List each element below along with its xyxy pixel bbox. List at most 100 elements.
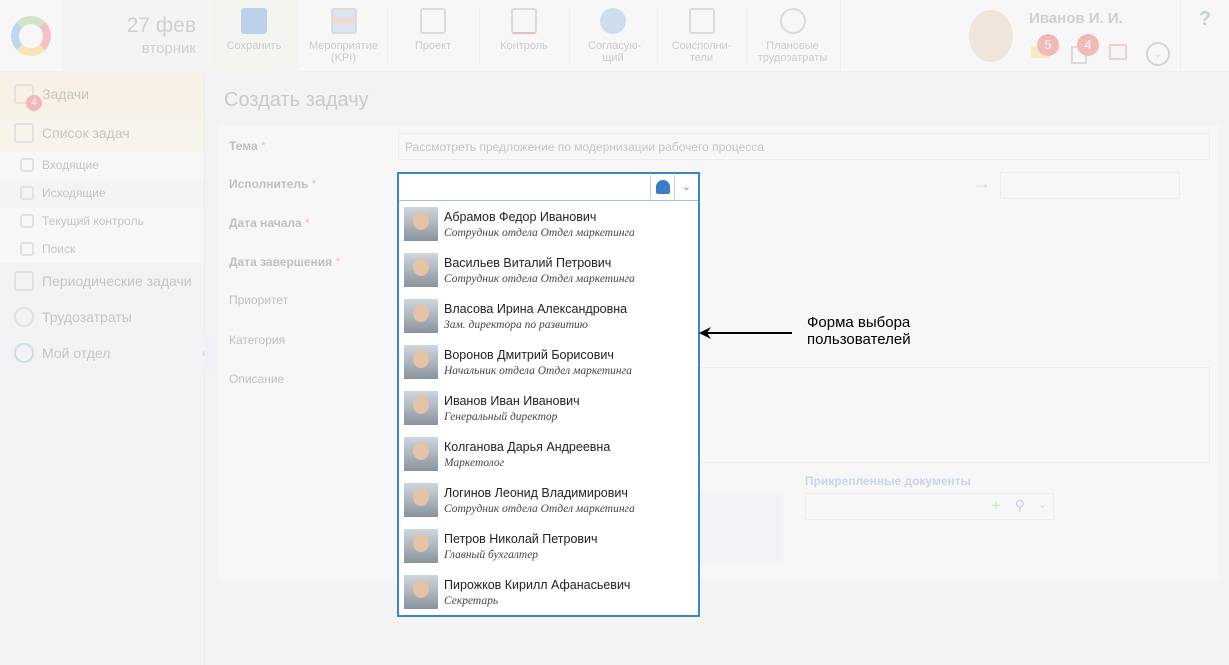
label: Мой отдел (42, 345, 111, 361)
add-icon[interactable]: + (991, 496, 1001, 516)
user-position: Сотрудник отдела Отдел маркетинга (444, 272, 635, 285)
sidebar-item-periodic[interactable]: Периодические задачи (0, 263, 204, 299)
user-name: Воронов Дмитрий Борисович (444, 347, 614, 362)
user-name: Логинов Леонид Владимирович (444, 485, 628, 500)
start-date-label: Дата начала * (229, 216, 310, 230)
user-photo (404, 207, 438, 241)
planned-labor-label: Плановые трудозатраты (757, 40, 828, 64)
label: Задачи (42, 86, 90, 102)
kpi-icon (330, 8, 357, 34)
user-name: Абрамов Федор Иванович (444, 209, 597, 224)
sidebar-item-labor[interactable]: Трудозатраты (0, 299, 204, 335)
user-position: Генеральный директор (444, 410, 558, 423)
incoming-icon (20, 158, 34, 172)
attached-docs-label: Прикрепленные документы (805, 474, 971, 488)
user-icon[interactable] (650, 175, 674, 199)
user-option[interactable]: Абрамов Федор Иванович Сотрудник отдела О… (399, 201, 698, 247)
end-date-label: Дата завершения * (229, 255, 341, 269)
help-button[interactable]: ? (1180, 0, 1229, 72)
attached-docs-input[interactable]: + ⚲ ⌄ (805, 493, 1054, 520)
project-button[interactable]: Проект (388, 0, 478, 72)
approver-icon (600, 8, 626, 34)
sidebar-item-tasks[interactable]: Задачи 4 (0, 73, 204, 115)
approver-button[interactable]: Согласую-щий (570, 0, 656, 72)
save-button[interactable]: Сохранить (209, 0, 299, 72)
page-title: Создать задачу (224, 89, 369, 111)
control-icon (511, 8, 537, 34)
label: Поиск (42, 242, 76, 256)
label: Список задач (42, 125, 130, 141)
label: Трудозатраты (42, 309, 132, 325)
user-position: Сотрудник отдела Отдел маркетинга (444, 226, 635, 239)
date-display: 27 фев вторник (62, 0, 208, 72)
task-form: Тема * Рассмотреть предложение по модерн… (219, 125, 1219, 580)
tasks-badge: 4 (1077, 34, 1099, 56)
coexecutors-button[interactable]: Соисполни-тели (658, 0, 745, 72)
chevron-down-icon[interactable]: ⌄ (1038, 498, 1047, 511)
user-option[interactable]: Логинов Леонид Владимирович Сотрудник отд… (399, 477, 698, 523)
control-icon (20, 214, 34, 228)
user-option[interactable]: Васильев Виталий Петрович Сотрудник отдел… (399, 247, 698, 293)
kpi-button[interactable]: Мероприятие (KPI) (300, 0, 387, 72)
label: Входящие (42, 158, 99, 172)
floppy-icon (241, 8, 267, 34)
list-icon (14, 123, 34, 143)
user-photo (404, 391, 438, 425)
clock-icon (14, 307, 34, 327)
save-label: Сохранить (226, 40, 282, 52)
outgoing-icon (20, 186, 34, 200)
sidebar-item-current-control[interactable]: Текущий контроль (0, 207, 204, 235)
approver-label: Согласую-щий (588, 40, 642, 64)
label: Исходящие (42, 186, 106, 200)
app-logo[interactable] (0, 0, 62, 72)
user-photo (404, 483, 438, 517)
user-photo (404, 299, 438, 333)
user-position: Зам. директора по развитию (444, 318, 588, 331)
project-label: Проект (414, 40, 452, 52)
coexecutor-select[interactable] (1000, 172, 1180, 199)
user-photo (404, 437, 438, 471)
user-name: Иванов Иван Иванович (444, 393, 580, 408)
chevron-down-icon[interactable]: ⌄ (674, 175, 698, 199)
user-option[interactable]: Пирожков Кирилл Афанасьевич Секретарь (399, 569, 698, 615)
coexecutors-icon (688, 8, 715, 34)
user-name[interactable]: Иванов И. И. (1029, 10, 1123, 27)
user-search-input[interactable]: ⌄ (399, 174, 698, 201)
kpi-label: Мероприятие (KPI) (308, 40, 379, 64)
user-photo (404, 253, 438, 287)
label: Периодические задачи (42, 273, 192, 289)
user-position: Сотрудник отдела Отдел маркетинга (444, 502, 635, 515)
user-option[interactable]: Иванов Иван Иванович Генеральный директор (399, 385, 698, 431)
calendar-icon[interactable] (1109, 44, 1127, 60)
avatar[interactable] (969, 10, 1013, 62)
chevron-down-icon[interactable]: ⌄ (1146, 42, 1170, 66)
user-photo (404, 575, 438, 609)
user-position: Начальник отдела Отдел маркетинга (444, 364, 632, 377)
control-button[interactable]: Контроль (480, 0, 568, 72)
photo-upload[interactable] (699, 492, 783, 564)
user-position: Маркетолог (444, 456, 505, 469)
tasks-badge: 4 (26, 95, 42, 111)
user-option[interactable]: Петров Николай Петрович Главный бухгалтер (399, 523, 698, 569)
user-position: Главный бухгалтер (444, 548, 539, 561)
planned-labor-button[interactable]: Плановые трудозатраты (747, 0, 838, 72)
sidebar-item-task-list[interactable]: Список задач (0, 115, 204, 151)
user-picker-dropdown[interactable]: ⌄ Абрамов Федор Иванович Сотрудник отдела… (397, 172, 700, 617)
sidebar: Задачи 4 Список задач Входящие Исходящие … (0, 73, 216, 665)
sidebar-item-search[interactable]: Поиск (0, 235, 204, 263)
user-option[interactable]: Колганова Дарья Андреевна Маркетолог (399, 431, 698, 477)
user-name: Пирожков Кирилл Афанасьевич (444, 577, 631, 592)
sidebar-item-incoming[interactable]: Входящие (0, 151, 204, 179)
sidebar-item-outgoing[interactable]: Исходящие (0, 179, 204, 207)
priority-label: Приоритет (229, 293, 289, 307)
main-content: Создать задачу Тема * Рассмотреть предло… (206, 73, 1229, 665)
user-option[interactable]: Воронов Дмитрий Борисович Начальник отдел… (399, 339, 698, 385)
topic-input[interactable]: Рассмотреть предложение по модернизации … (398, 133, 1210, 160)
search-icon[interactable]: ⚲ (1015, 497, 1025, 514)
user-option[interactable]: Власова Ирина Александровна Зам. директор… (399, 293, 698, 339)
user-name: Васильев Виталий Петрович (444, 255, 612, 270)
annotation-line: Форма выбора (807, 314, 911, 331)
sidebar-item-department[interactable]: Мой отдел (0, 335, 204, 371)
user-photo (404, 529, 438, 563)
user-panel: Иванов И. И. 5 4 ⌄ (840, 0, 1180, 72)
